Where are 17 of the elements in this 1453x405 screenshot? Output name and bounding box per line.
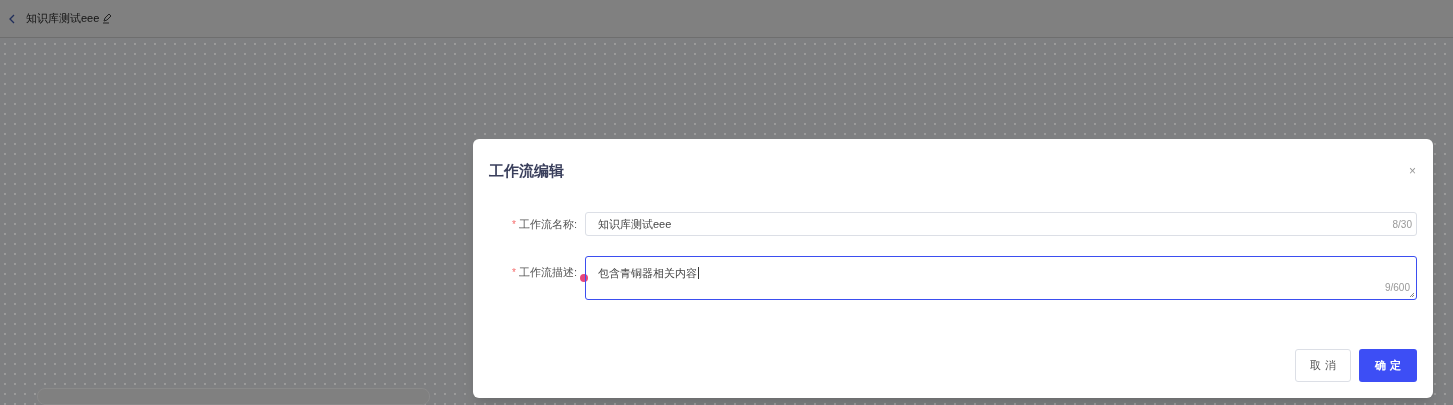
dialog-title: 工作流编辑 <box>489 160 564 181</box>
resize-handle-icon[interactable] <box>1409 292 1415 298</box>
description-textarea[interactable]: 包含青铜器相关内容 9/600 <box>585 256 1417 300</box>
required-mark: * <box>512 265 516 280</box>
back-icon[interactable] <box>8 13 16 24</box>
char-counter: 8/30 <box>1392 217 1412 232</box>
field-label: 工作流名称: <box>518 216 577 232</box>
field-label: 工作流描述: <box>518 264 577 280</box>
field-value: 知识库测试eee <box>598 216 672 232</box>
name-input[interactable]: 知识库测试eee 8/30 <box>585 212 1417 236</box>
edit-icon[interactable] <box>102 13 113 24</box>
required-mark: * <box>512 217 516 232</box>
cancel-button[interactable]: 取 消 <box>1295 349 1351 382</box>
char-counter: 9/600 <box>1384 281 1410 295</box>
confirm-button[interactable]: 确 定 <box>1359 349 1417 382</box>
field-value: 包含青铜器相关内容 <box>598 267 699 279</box>
workflow-title: 知识库测试eee <box>26 11 100 27</box>
